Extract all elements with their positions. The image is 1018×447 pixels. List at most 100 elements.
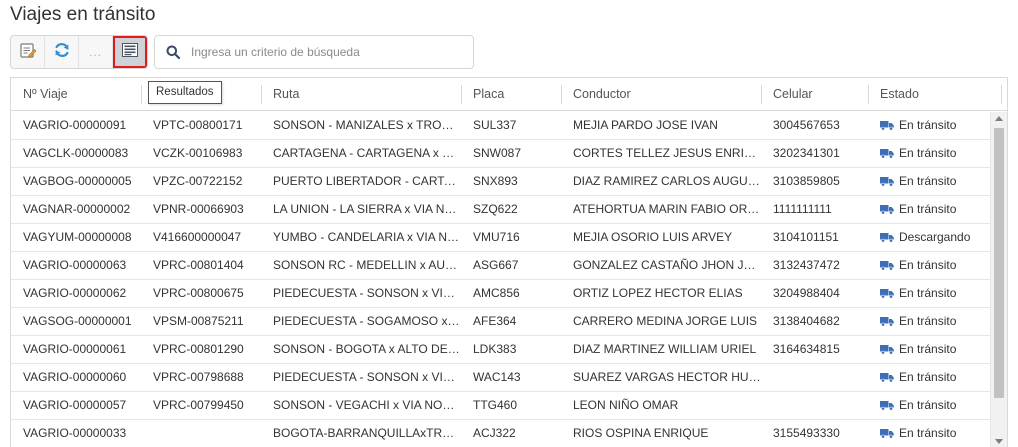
table-row[interactable]: VAGRIO-00000063 VPRC-00801404 SONSON RC - … — [11, 252, 991, 280]
cell-celular — [761, 364, 868, 391]
cell-viaje: VAGYUM-00000008 — [23, 230, 132, 244]
cell-estado: En tránsito — [868, 280, 991, 307]
table-row[interactable]: VAGRIO-00000057 VPRC-00799450 SONSON - VEG… — [11, 392, 991, 420]
truck-icon — [880, 232, 894, 243]
column-header-viaje[interactable]: Nº Viaje — [11, 78, 141, 111]
cell-estado: En tránsito — [868, 308, 991, 335]
cell-celular — [761, 392, 868, 419]
cell-viaje: VAGBOG-00000005 — [23, 174, 132, 188]
cell-viaje: VAGNAR-00000002 — [23, 202, 131, 216]
cell-conductor: DIAZ MARTINEZ WILLIAM URIEL — [573, 342, 757, 356]
refresh-icon — [53, 41, 71, 64]
cell-ruta: SONSON - VEGACHI x VIA NORMAL — [273, 398, 461, 412]
cell-conductor: LEON NIÑO OMAR — [573, 398, 679, 412]
table-row[interactable]: VAGCLK-00000083 VCZK-00106983 CARTAGENA - … — [11, 140, 991, 168]
cell-manifiesto: VPTC-00800171 — [153, 118, 243, 132]
truck-icon — [880, 148, 894, 159]
cell-estado: En tránsito — [868, 420, 991, 447]
scroll-up-arrow[interactable] — [995, 116, 1003, 121]
column-divider[interactable] — [1001, 85, 1002, 104]
table-row[interactable]: VAGSOG-00000001 VPSM-00875211 PIEDECUESTA … — [11, 308, 991, 336]
cell-estado: En tránsito — [868, 364, 991, 391]
cell-viaje: VAGRIO-00000060 — [23, 370, 127, 384]
cell-estado: En tránsito — [868, 336, 991, 363]
cell-viaje: VAGRIO-00000091 — [23, 118, 127, 132]
refresh-button[interactable] — [45, 36, 79, 68]
table-row[interactable]: VAGRIO-00000091 VPTC-00800171 SONSON - MAN… — [11, 112, 991, 140]
cell-conductor: ORTIZ LOPEZ HECTOR ELIAS — [573, 286, 743, 300]
edit-list-button[interactable] — [11, 36, 45, 68]
search-icon[interactable] — [155, 45, 191, 59]
cell-estado: En tránsito — [868, 392, 991, 419]
estado-label: En tránsito — [899, 202, 957, 216]
more-options-button[interactable]: ... — [79, 36, 113, 68]
truck-icon — [880, 344, 894, 355]
results-list-icon — [122, 42, 138, 62]
table-row[interactable]: VAGYUM-00000008 V416600000047 YUMBO - CAND… — [11, 224, 991, 252]
cell-conductor: MEJIA PARDO JOSE IVAN — [573, 118, 718, 132]
estado-label: En tránsito — [899, 146, 957, 160]
cell-manifiesto: VPRC-00799450 — [153, 398, 244, 412]
cell-manifiesto: VPZC-00722152 — [153, 174, 243, 188]
cell-manifiesto: VPRC-00801404 — [153, 258, 244, 272]
cell-viaje: VAGRIO-00000062 — [23, 286, 127, 300]
cell-ruta: BOGOTA-BARRANQUILLAxTRONCAL — [273, 426, 461, 440]
vertical-scrollbar[interactable] — [990, 112, 1007, 447]
column-header-estado[interactable]: Estado — [868, 78, 1001, 111]
search-input[interactable] — [191, 45, 473, 59]
cell-estado: En tránsito — [868, 140, 991, 167]
cell-celular: 3155493330 — [773, 426, 840, 440]
column-header-placa[interactable]: Placa — [461, 78, 561, 111]
cell-manifiesto: V416600000047 — [153, 230, 242, 244]
cell-conductor: CORTES TELLEZ JESUS ENRIQUE — [573, 146, 761, 160]
table-row[interactable]: VAGRIO-00000033 BOGOTA-BARRANQUILLAxTRONC… — [11, 420, 991, 447]
cell-placa: ACJ322 — [473, 426, 516, 440]
cell-viaje: VAGRIO-00000061 — [23, 342, 127, 356]
column-header-conductor[interactable]: Conductor — [561, 78, 761, 111]
cell-manifiesto: VCZK-00106983 — [153, 146, 243, 160]
column-header-ruta[interactable]: Ruta — [261, 78, 461, 111]
cell-estado: En tránsito — [868, 168, 991, 195]
estado-label: En tránsito — [899, 370, 957, 384]
cell-celular: 3004567653 — [773, 118, 840, 132]
cell-placa: LDK383 — [473, 342, 517, 356]
cell-ruta: LA UNION - LA SIERRA x VIA NORMAL — [273, 202, 461, 216]
cell-placa: AMC856 — [473, 286, 520, 300]
scroll-thumb[interactable] — [994, 128, 1004, 398]
column-header-celular[interactable]: Celular — [761, 78, 868, 111]
cell-viaje: VAGRIO-00000057 — [23, 398, 127, 412]
table-row[interactable]: VAGNAR-00000002 VPNR-00066903 LA UNION - L… — [11, 196, 991, 224]
truck-icon — [880, 204, 894, 215]
cell-estado: En tránsito — [868, 196, 991, 223]
cell-conductor: GONZALEZ CASTAÑO JHON JAIRO — [573, 258, 761, 272]
table-row[interactable]: VAGRIO-00000061 VPRC-00801290 SONSON - BOG… — [11, 336, 991, 364]
cell-placa: SZQ622 — [473, 202, 518, 216]
cell-ruta: PIEDECUESTA - SOGAMOSO x VIA NORMAL — [273, 314, 461, 328]
cell-manifiesto: VPRC-00801290 — [153, 342, 244, 356]
cell-celular: 3138404682 — [773, 314, 840, 328]
cell-viaje: VAGSOG-00000001 — [23, 314, 132, 328]
cell-ruta: PIEDECUESTA - SONSON x VIA NORMAL — [273, 286, 461, 300]
cell-placa: SUL337 — [473, 118, 517, 132]
cell-conductor: SUAREZ VARGAS HECTOR HUGO — [573, 370, 761, 384]
grid-header: Nº Viaje Ruta Placa Conductor Celular Es… — [11, 78, 1007, 111]
toolbar-button-group: ... — [10, 35, 148, 69]
results-button[interactable] — [113, 36, 147, 68]
cell-conductor: DIAZ RAMIREZ CARLOS AUGUSTO — [573, 174, 761, 188]
estado-label: Descargando — [899, 230, 971, 244]
truck-icon — [880, 176, 894, 187]
page-title: Viajes en tránsito — [10, 4, 156, 25]
estado-label: En tránsito — [899, 118, 957, 132]
cell-ruta: SONSON - MANIZALES x TRONCAL DE OCCIDENT… — [273, 118, 461, 132]
table-row[interactable]: VAGRIO-00000060 VPRC-00798688 PIEDECUESTA … — [11, 364, 991, 392]
cell-celular: 1111111111 — [773, 202, 832, 216]
truck-icon — [880, 316, 894, 327]
cell-ruta: PUERTO LIBERTADOR - CARTAGENA x VIA NORM… — [273, 174, 461, 188]
cell-estado: Descargando — [868, 224, 991, 251]
table-row[interactable]: VAGBOG-00000005 VPZC-00722152 PUERTO LIBER… — [11, 168, 991, 196]
results-grid: Nº Viaje Ruta Placa Conductor Celular Es… — [10, 77, 1008, 447]
cell-placa: SNX893 — [473, 174, 518, 188]
scroll-down-arrow[interactable] — [995, 439, 1003, 444]
cell-placa: SNW087 — [473, 146, 522, 160]
table-row[interactable]: VAGRIO-00000062 VPRC-00800675 PIEDECUESTA … — [11, 280, 991, 308]
